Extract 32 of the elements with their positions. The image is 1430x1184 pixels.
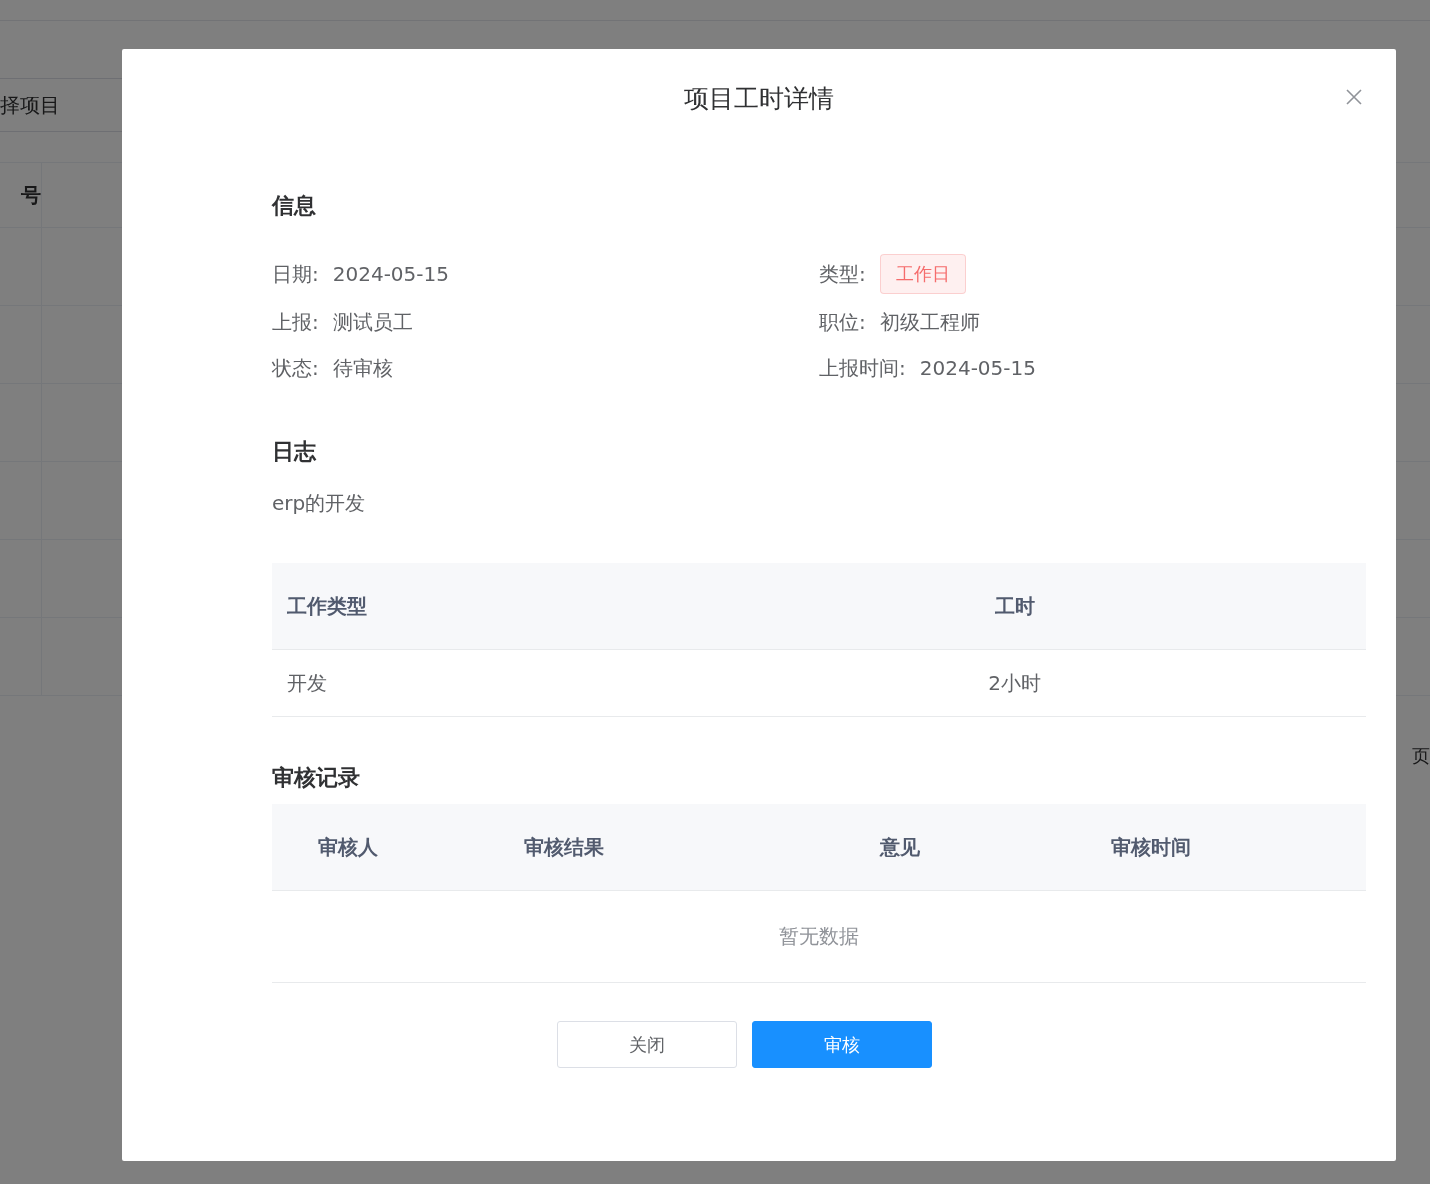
column-header: 工时 — [663, 563, 1366, 650]
type-tag: 工作日 — [879, 254, 966, 294]
log-text: erp的开发 — [272, 490, 367, 517]
field-label: 上报: — [272, 308, 319, 336]
column-header: 工作类型 — [272, 563, 663, 650]
field-label: 状态: — [272, 354, 319, 382]
field-label: 上报时间: — [819, 354, 906, 382]
column-header: 审核人 — [272, 804, 424, 891]
field-label: 类型: — [819, 260, 866, 288]
field-value: 初级工程师 — [879, 308, 980, 336]
column-header: 号 — [0, 163, 42, 227]
close-icon[interactable] — [1346, 89, 1362, 105]
empty-text: 暂无数据 — [272, 890, 1366, 983]
field-value: 测试员工 — [332, 308, 413, 336]
section-heading: 信息 — [272, 192, 317, 220]
column-header: 审核结果 — [424, 804, 704, 891]
table-cell: 2小时 — [663, 649, 1366, 717]
field-value: 待审核 — [332, 354, 393, 382]
pager-text: 页 — [1412, 744, 1430, 768]
field-value: 2024-05-15 — [332, 262, 449, 286]
column-header: 审核时间 — [1096, 804, 1206, 891]
section-heading: 审核记录 — [272, 764, 361, 792]
field-label: 职位: — [819, 308, 866, 336]
section-heading: 日志 — [272, 438, 317, 466]
project-select-field[interactable]: 择项目 — [0, 93, 130, 117]
field-value: 2024-05-15 — [919, 356, 1036, 380]
field-label: 日期: — [272, 260, 319, 288]
column-header: 意见 — [704, 804, 1096, 891]
table-cell: 开发 — [272, 649, 663, 717]
dialog-title: 项目工时详情 — [684, 83, 834, 115]
close-button[interactable]: 关闭 — [556, 1021, 737, 1068]
review-button[interactable]: 审核 — [751, 1021, 932, 1068]
